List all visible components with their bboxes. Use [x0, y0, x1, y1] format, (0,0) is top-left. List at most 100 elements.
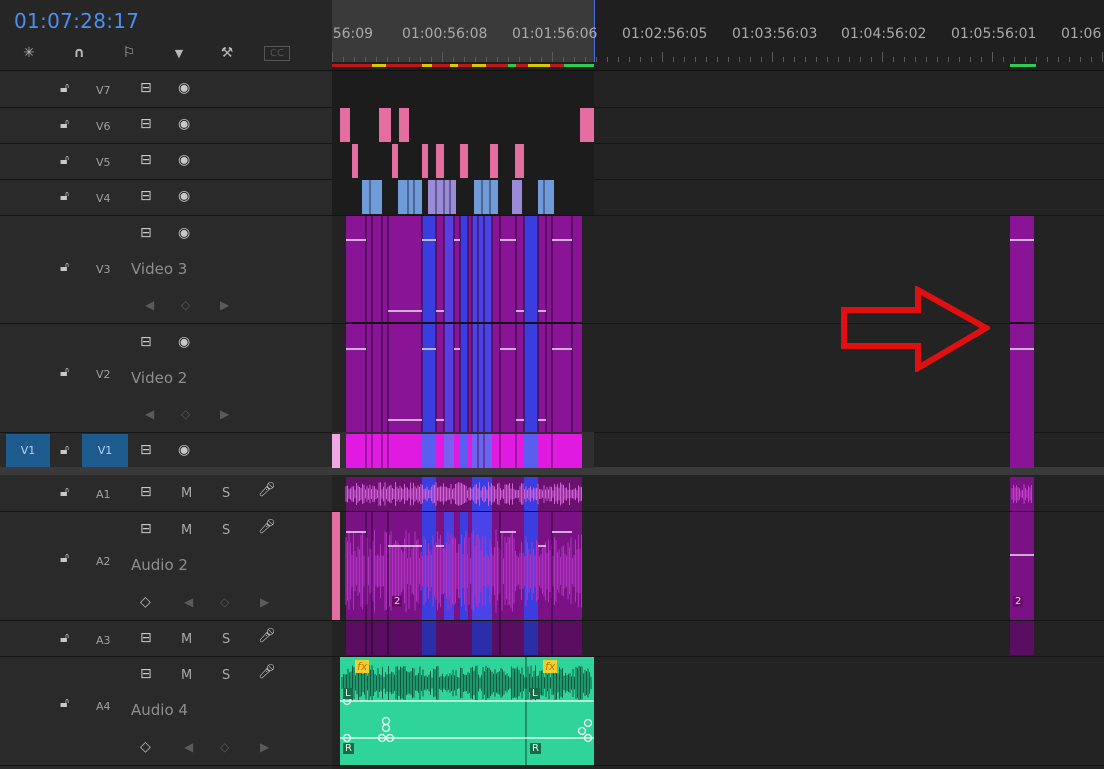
mute-button[interactable]: M: [181, 668, 192, 683]
ruler-label: 01:06: [1061, 26, 1102, 42]
lock-icon[interactable]: 🔓︎: [60, 630, 69, 646]
track-name: V6: [96, 120, 111, 133]
lock-icon[interactable]: 🔓︎: [60, 152, 69, 168]
add-keyframe-icon[interactable]: ◇: [181, 298, 190, 312]
sync-lock-icon[interactable]: ⊟: [140, 334, 152, 350]
fx-badge[interactable]: fx: [355, 660, 370, 673]
linked-selection-icon[interactable]: ⚐: [120, 44, 138, 62]
channel-right-label: R: [530, 743, 541, 754]
captions-icon[interactable]: CC: [264, 46, 290, 61]
microphone-icon[interactable]: 🎤︎: [258, 664, 276, 680]
timeline-header: 01:07:28:17 ✳ ∩ ⚐ ▼ ⚒ CC: [0, 0, 332, 70]
sync-lock-icon[interactable]: ⊟: [140, 666, 152, 682]
eye-icon[interactable]: ◉: [178, 334, 190, 350]
sync-lock-icon[interactable]: ⊟: [140, 188, 152, 204]
prev-keyframe-icon[interactable]: ◀: [184, 595, 193, 609]
lock-icon[interactable]: 🔓︎: [60, 116, 69, 132]
track-name: A4: [96, 700, 111, 713]
red-arrow-annotation: [841, 286, 990, 372]
lock-icon[interactable]: 🔓︎: [60, 188, 69, 204]
eye-icon[interactable]: ◉: [178, 80, 190, 96]
lock-icon[interactable]: 🔓︎: [60, 484, 69, 500]
prev-keyframe-icon[interactable]: ◀: [145, 407, 154, 421]
time-ruler[interactable]: :56:09 01:00:56:08 01:01:56:06 01:02:56:…: [332, 0, 1104, 70]
next-keyframe-icon[interactable]: ▶: [220, 407, 229, 421]
eye-icon[interactable]: ◉: [178, 152, 190, 168]
source-patch-v1[interactable]: V1: [6, 434, 50, 467]
sync-lock-icon[interactable]: ⊟: [140, 225, 152, 241]
eye-icon[interactable]: ◉: [178, 225, 190, 241]
v3-v2-clips: [346, 216, 582, 432]
solo-button[interactable]: S: [222, 523, 230, 538]
next-keyframe-icon[interactable]: ▶: [260, 740, 269, 754]
track-label: Video 2: [131, 369, 188, 387]
track-name: V7: [96, 84, 111, 97]
ruler-label: 01:01:56:06: [512, 26, 598, 42]
sync-lock-icon[interactable]: ⊟: [140, 116, 152, 132]
timeline-panel: 01:07:28:17 ✳ ∩ ⚐ ▼ ⚒ CC :56:09 01:00:56…: [0, 0, 1104, 769]
timeline-tracks-area[interactable]: [332, 71, 1104, 769]
mute-button[interactable]: M: [181, 486, 192, 501]
solo-button[interactable]: S: [222, 486, 230, 501]
mute-button[interactable]: M: [181, 632, 192, 647]
sync-lock-icon[interactable]: ⊟: [140, 630, 152, 646]
add-keyframe-icon[interactable]: ◇: [220, 595, 229, 609]
track-name: V3: [96, 263, 111, 276]
ruler-ticks: [332, 52, 1103, 67]
microphone-icon[interactable]: 🎤︎: [258, 628, 276, 644]
track-name: A1: [96, 488, 111, 501]
ruler-label: 01:00:56:08: [402, 26, 488, 42]
ruler-label: 01:02:56:05: [622, 26, 708, 42]
add-keyframe-icon[interactable]: ◇: [220, 740, 229, 754]
solo-button[interactable]: S: [222, 632, 230, 647]
isolated-clip: [1010, 216, 1034, 655]
microphone-icon[interactable]: 🎤︎: [258, 519, 276, 535]
add-keyframe-icon[interactable]: ◇: [181, 407, 190, 421]
v1-clips: [332, 434, 582, 468]
microphone-icon[interactable]: 🎤︎: [258, 482, 276, 498]
fx-badge[interactable]: fx: [543, 660, 558, 673]
volume-keyframe-icon[interactable]: ◇: [140, 594, 151, 610]
sync-lock-icon[interactable]: ⊟: [140, 521, 152, 537]
track-name: V5: [96, 156, 111, 169]
next-keyframe-icon[interactable]: ▶: [220, 298, 229, 312]
channel-right-label: R: [343, 743, 354, 754]
lock-icon[interactable]: 🔓︎: [60, 259, 69, 275]
sync-lock-icon[interactable]: ⊟: [140, 152, 152, 168]
eye-icon[interactable]: ◉: [178, 188, 190, 204]
next-keyframe-icon[interactable]: ▶: [260, 595, 269, 609]
track-label: Audio 2: [131, 556, 188, 574]
a2-clips: [332, 512, 582, 620]
sync-lock-icon[interactable]: ⊟: [140, 484, 152, 500]
sync-lock-icon[interactable]: ⊟: [140, 442, 152, 458]
lock-icon[interactable]: 🔓︎: [60, 364, 69, 380]
track-target-v1[interactable]: V1: [82, 434, 128, 467]
magnet-icon[interactable]: ∩: [70, 44, 88, 62]
track-name: A3: [96, 634, 111, 647]
volume-keyframe-icon[interactable]: ◇: [140, 739, 151, 755]
ruler-label: 01:04:56:02: [841, 26, 927, 42]
track-name: A2: [96, 555, 111, 568]
a1-clips: [345, 477, 582, 511]
lock-icon[interactable]: 🔓︎: [60, 695, 69, 711]
clip-count-badge: 2: [1013, 596, 1024, 607]
marker-icon[interactable]: ▼: [170, 44, 188, 62]
snap-icon[interactable]: ✳: [20, 44, 38, 62]
a3-clips: [346, 621, 582, 655]
lock-icon[interactable]: 🔓︎: [60, 80, 69, 96]
playhead-timecode[interactable]: 01:07:28:17: [14, 9, 139, 33]
eye-icon[interactable]: ◉: [178, 116, 190, 132]
lock-icon[interactable]: 🔓︎: [60, 442, 69, 458]
lock-icon[interactable]: 🔓︎: [60, 550, 69, 566]
a4-clips: [340, 657, 594, 765]
prev-keyframe-icon[interactable]: ◀: [145, 298, 154, 312]
ruler-label: :56:09: [332, 26, 374, 42]
prev-keyframe-icon[interactable]: ◀: [184, 740, 193, 754]
eye-icon[interactable]: ◉: [178, 442, 190, 458]
sync-lock-icon[interactable]: ⊟: [140, 80, 152, 96]
wrench-icon[interactable]: ⚒: [218, 44, 236, 62]
track-name: V2: [96, 368, 111, 381]
solo-button[interactable]: S: [222, 668, 230, 683]
mute-button[interactable]: M: [181, 523, 192, 538]
clip-count-badge: 2: [392, 596, 403, 607]
